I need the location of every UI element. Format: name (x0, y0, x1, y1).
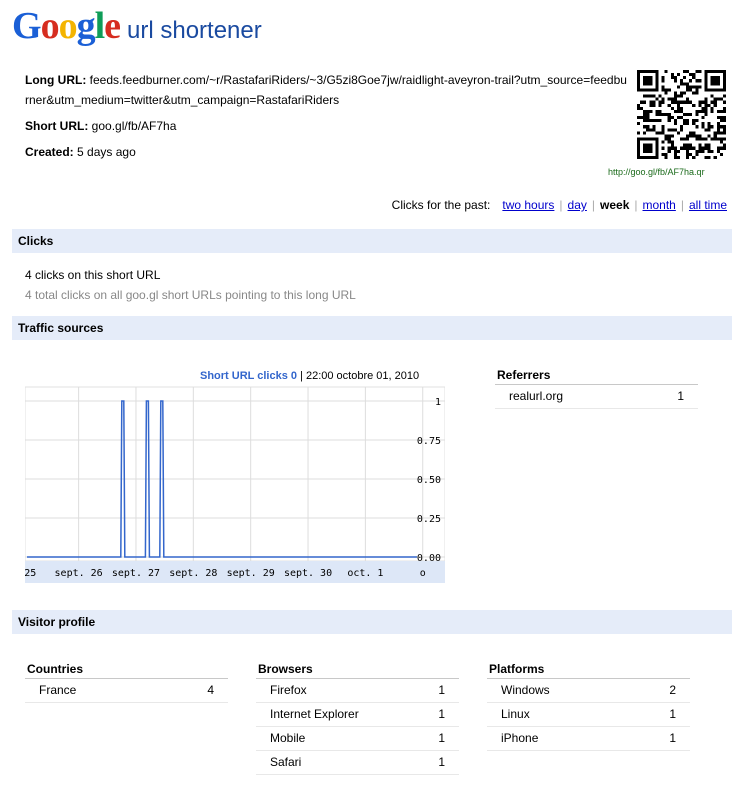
browser-name: Safari (270, 755, 302, 769)
platform-count: 1 (669, 731, 676, 745)
chart-y-tick-label: 0.25 (417, 514, 441, 525)
clicks-chart: 10.750.500.250.00t. 25sept. 26sept. 27se… (25, 386, 445, 583)
referrer-name: realurl.org (509, 389, 564, 403)
platforms-header: Platforms (487, 659, 690, 679)
google-logo[interactable]: G o o g l e url shortener (12, 4, 262, 47)
table-row: Windows 2 (487, 679, 690, 703)
platform-name: iPhone (501, 731, 539, 745)
country-count: 4 (207, 683, 214, 697)
browsers-header: Browsers (256, 659, 459, 679)
chart-x-tick-label: sept. 30 (284, 568, 332, 579)
browser-count: 1 (438, 707, 445, 721)
period-separator: | (559, 198, 563, 212)
period-separator: | (680, 198, 684, 212)
long-url-label: Long URL: (25, 73, 87, 87)
chart-frame (25, 386, 445, 562)
clicks-section-header: Clicks (12, 229, 732, 253)
long-url-row: Long URL: feeds.feedburner.com/~r/Rastaf… (25, 70, 630, 110)
table-row: Linux 1 (487, 703, 690, 727)
table-row: Mobile 1 (256, 727, 459, 751)
table-row: France 4 (25, 679, 228, 703)
platform-name: Windows (501, 683, 550, 697)
chart-y-tick-label: 0.75 (417, 436, 441, 447)
clicks-info: 4 clicks on this short URL 4 total click… (25, 265, 356, 305)
logo-letter-6: e (104, 5, 121, 47)
chart-x-tick-label: o (420, 568, 426, 579)
table-row: Safari 1 (256, 751, 459, 775)
chart-x-tick-label: oct. 1 (347, 568, 383, 579)
short-url-label: Short URL: (25, 119, 89, 133)
clicks-total: 4 total clicks on all goo.gl short URLs … (25, 288, 356, 302)
logo-letter-3: o (58, 5, 78, 47)
chart-x-tick-label: sept. 26 (55, 568, 103, 579)
chart-x-tick-label: t. 25 (25, 568, 36, 579)
short-url-row: Short URL: goo.gl/fb/AF7ha (25, 116, 630, 136)
period-day-link[interactable]: day (568, 198, 587, 212)
logo-letter-2: o (40, 5, 60, 47)
countries-header: Countries (25, 659, 228, 679)
platform-count: 2 (669, 683, 676, 697)
clicks-count: 4 clicks on this short URL (25, 268, 161, 282)
logo-letter-5: l (94, 5, 106, 47)
period-selector: Clicks for the past: two hours | day | w… (392, 198, 727, 212)
countries-table: Countries France 4 (25, 659, 228, 703)
logo-letter-4: g (76, 5, 96, 47)
chart-x-tick-label: sept. 28 (169, 568, 217, 579)
platform-count: 1 (669, 707, 676, 721)
browser-name: Internet Explorer (270, 707, 359, 721)
chart-x-tick-label: sept. 27 (112, 568, 160, 579)
browser-count: 1 (438, 731, 445, 745)
qr-code-icon (637, 70, 726, 159)
table-row: Internet Explorer 1 (256, 703, 459, 727)
period-separator: | (591, 198, 596, 212)
country-name: France (39, 683, 77, 697)
browsers-table: Browsers Firefox 1 Internet Explorer 1 M… (256, 659, 459, 775)
long-url-value: feeds.feedburner.com/~r/RastafariRiders/… (25, 73, 627, 107)
referrers-header: Referrers (495, 365, 698, 385)
table-row: iPhone 1 (487, 727, 690, 751)
logo-suffix: url shortener (127, 17, 262, 44)
period-month-link[interactable]: month (643, 198, 676, 212)
table-row: Firefox 1 (256, 679, 459, 703)
period-separator: | (634, 198, 638, 212)
period-all-time-link[interactable]: all time (689, 198, 727, 212)
created-label: Created: (25, 145, 74, 159)
logo-letter-1: G (12, 5, 42, 47)
browser-count: 1 (438, 755, 445, 769)
platform-name: Linux (501, 707, 530, 721)
chart-x-tick-label: sept. 29 (227, 568, 275, 579)
period-two-hours-link[interactable]: two hours (502, 198, 554, 212)
browser-count: 1 (438, 683, 445, 697)
traffic-section-header: Traffic sources (12, 316, 732, 340)
browser-name: Mobile (270, 731, 306, 745)
created-value: 5 days ago (77, 145, 136, 159)
chart-y-tick-label: 1 (435, 397, 441, 408)
created-row: Created: 5 days ago (25, 142, 630, 162)
chart-y-tick-label: 0.50 (417, 475, 441, 486)
short-url-value: goo.gl/fb/AF7ha (91, 119, 177, 133)
referrer-count: 1 (677, 389, 684, 403)
visitor-section-header: Visitor profile (12, 610, 732, 634)
period-week-current: week (600, 198, 630, 212)
browser-name: Firefox (270, 683, 307, 697)
period-label: Clicks for the past: (391, 198, 491, 212)
table-row: realurl.org 1 (495, 385, 698, 409)
platforms-table: Platforms Windows 2 Linux 1 iPhone 1 (487, 659, 690, 751)
referrers-table: Referrers realurl.org 1 (495, 365, 698, 409)
url-info: Long URL: feeds.feedburner.com/~r/Rastaf… (25, 70, 630, 168)
qr-link[interactable]: http://goo.gl/fb/AF7ha.qr (608, 167, 705, 177)
